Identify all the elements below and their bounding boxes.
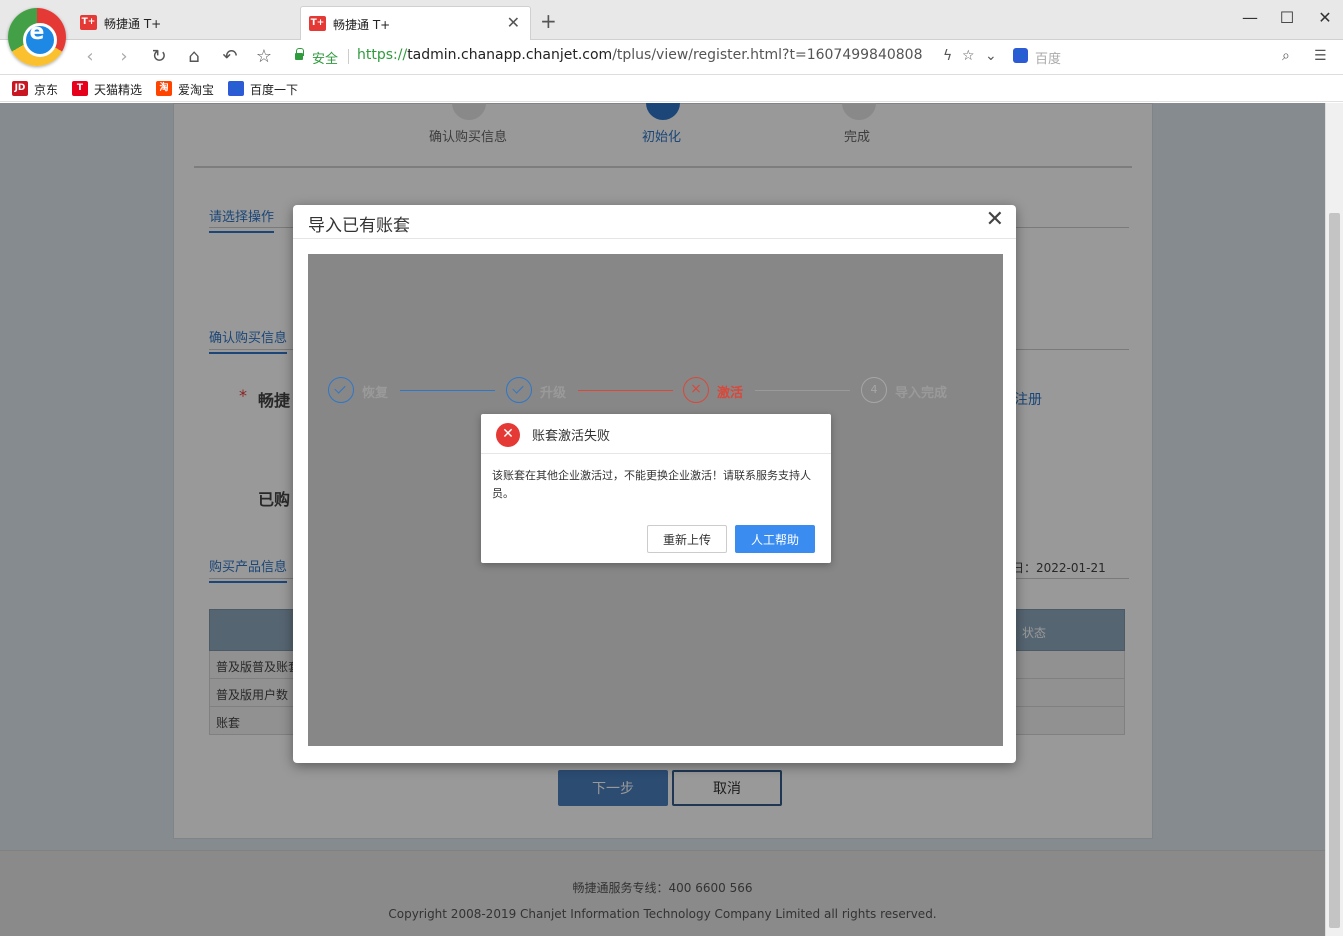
url-text: https://tadmin.chanapp.chanjet.com/tplus…: [357, 47, 923, 63]
modal-header: 导入已有账套 ✕: [293, 205, 1016, 239]
wizard-step-activate: 激活: [717, 386, 744, 401]
wizard-step-import-done: 导入完成: [895, 386, 948, 401]
error-x-icon: ×: [683, 377, 709, 403]
bookmark-tmall[interactable]: T 天猫精选: [72, 81, 142, 98]
scrollbar[interactable]: [1325, 103, 1343, 936]
dialog-title: 账套激活失败: [532, 429, 611, 444]
tab-title: 畅捷通 T+: [104, 17, 162, 31]
menu-icon[interactable]: ☰: [1314, 48, 1327, 64]
dialog-header: ✕ 账套激活失败: [481, 414, 831, 454]
chevron-down-icon[interactable]: ⌄: [985, 48, 997, 64]
tplus-favicon-icon: T+: [309, 16, 326, 31]
close-icon[interactable]: ✕: [986, 207, 1004, 232]
home-icon[interactable]: ⌂: [182, 46, 206, 67]
forward-icon[interactable]: ›: [112, 46, 136, 67]
url-field[interactable]: 安全 https://tadmin.chanapp.chanjet.com/tp…: [285, 44, 1005, 70]
lock-icon: [295, 48, 304, 60]
bookmark-jd[interactable]: JD 京东: [12, 81, 58, 98]
bookmark-baidu[interactable]: 🐾 百度一下: [228, 81, 298, 98]
maximize-icon[interactable]: ☐: [1272, 8, 1302, 27]
search-input[interactable]: 🐾 百度: [1005, 44, 1305, 70]
baidu-paw-icon: 🐾: [1013, 48, 1028, 63]
tmall-icon: T: [72, 81, 88, 96]
new-tab-icon[interactable]: +: [540, 9, 557, 33]
dialog-message: 该账套在其他企业激活过，不能更换企业激活！请联系服务支持人员。: [492, 469, 811, 500]
browser-logo-letter-icon: e: [29, 20, 45, 45]
search-icon[interactable]: ⌕: [1282, 48, 1290, 64]
window-close-icon[interactable]: ✕: [1310, 8, 1340, 27]
taobao-icon: 淘: [156, 81, 172, 96]
reupload-button[interactable]: 重新上传: [647, 525, 727, 553]
error-icon: ✕: [496, 423, 520, 447]
browser-tab-2[interactable]: T+ 畅捷通 T+ ✕: [300, 6, 531, 40]
check-icon: [506, 377, 532, 403]
manual-help-button[interactable]: 人工帮助: [735, 525, 815, 553]
reload-icon[interactable]: ↻: [147, 46, 171, 67]
activation-failed-dialog: ✕ 账套激活失败 该账套在其他企业激活过，不能更换企业激活！请联系服务支持人员。…: [481, 414, 831, 563]
browser-tab-1[interactable]: T+ 畅捷通 T+: [72, 6, 298, 40]
step-number-icon: 4: [861, 377, 887, 403]
minimize-icon[interactable]: —: [1235, 8, 1265, 27]
wizard-step-restore: 恢复: [362, 386, 389, 401]
secure-label: 安全: [312, 52, 339, 67]
jd-icon: JD: [12, 81, 28, 96]
scrollbar-thumb[interactable]: [1329, 213, 1340, 928]
lightning-icon[interactable]: ϟ: [943, 48, 952, 64]
wizard-step-upgrade: 升级: [540, 386, 567, 401]
search-placeholder: 百度: [1035, 52, 1062, 67]
browser-tab-strip: T+ 畅捷通 T+ T+ 畅捷通 T+ ✕ + — ☐ ✕: [0, 0, 1343, 40]
star-icon[interactable]: ☆: [962, 48, 975, 64]
bookmarks-bar: JD 京东 T 天猫精选 淘爱淘宝 🐾 百度一下: [0, 75, 1343, 102]
favorite-icon[interactable]: ☆: [252, 46, 276, 67]
address-bar: ‹ › ↻ ⌂ ↶ ☆ 安全 https://tadmin.chanapp.ch…: [0, 40, 1343, 75]
tab-title: 畅捷通 T+: [333, 18, 391, 32]
modal-title: 导入已有账套: [308, 216, 410, 236]
tab-close-icon[interactable]: ✕: [507, 13, 520, 32]
tplus-favicon-icon: T+: [80, 15, 97, 30]
bookmark-aitaobao[interactable]: 淘爱淘宝: [156, 81, 214, 98]
undo-icon[interactable]: ↶: [218, 46, 242, 67]
check-icon: [328, 377, 354, 403]
paw-icon: 🐾: [228, 81, 244, 96]
back-icon[interactable]: ‹: [78, 46, 102, 67]
